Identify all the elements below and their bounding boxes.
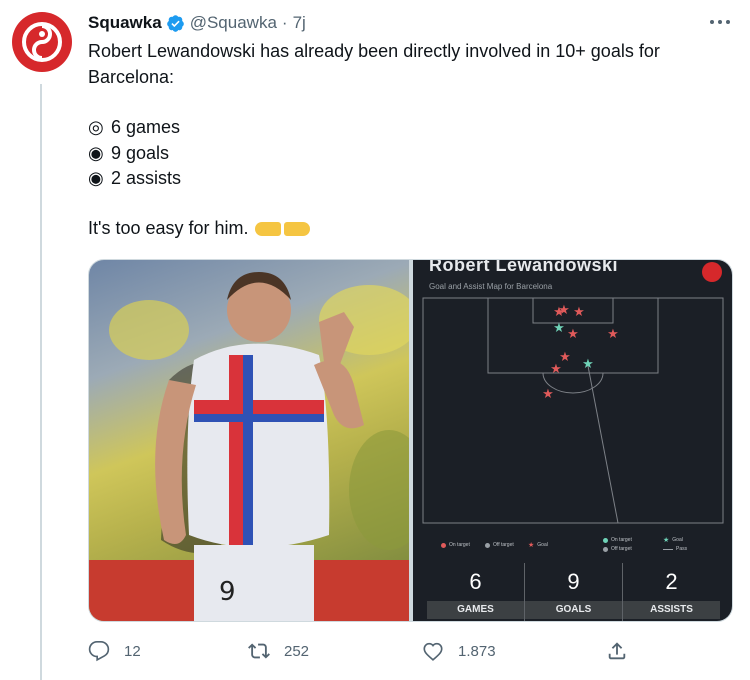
legend-on-target-2: On target (603, 537, 632, 543)
fist-bump-emoji-icon (283, 221, 310, 236)
tweet-text-line: Robert Lewandowski has already been dire… (88, 41, 660, 61)
map-legend: On target Off target ★ Goal On target Off… (413, 533, 732, 563)
share-button[interactable] (606, 638, 642, 664)
legend-label: Off target (493, 542, 514, 548)
tweet-time[interactable]: 7j (293, 13, 306, 33)
legend-label: On target (449, 542, 470, 548)
legend-off-target-2: Off target (603, 546, 632, 552)
reply-button[interactable]: 12 (88, 638, 141, 664)
assist-star: ★ (553, 321, 565, 336)
tweet-text: Robert Lewandowski has already been dire… (88, 39, 708, 90)
avatar[interactable] (12, 12, 72, 72)
more-icon[interactable] (710, 18, 730, 26)
author-name[interactable]: Squawka (88, 13, 162, 33)
card-title: Robert Lewandowski (429, 260, 619, 275)
bullet-symbol: ◉ (88, 142, 104, 163)
pitch-map: ★ ★ ★ ★ ★ ★ ★ ★ ★ ★ (422, 297, 724, 524)
tweet-text-line: Barcelona: (88, 66, 175, 87)
action-bar: 12 252 1.873 (88, 638, 648, 664)
stat-games: 6 GAMES (427, 563, 524, 621)
reply-count: 12 (124, 642, 141, 660)
closing-line: It's too easy for him. (88, 216, 310, 242)
legend-label: Goal (672, 537, 683, 543)
retweet-button[interactable]: 252 (248, 638, 309, 664)
stat-label: GAMES (427, 601, 524, 619)
stat-assists: 2 ASSISTS (622, 563, 720, 621)
assist-star: ★ (582, 357, 594, 372)
legend-pass: Pass (663, 546, 687, 552)
shot-star: ★ (542, 387, 554, 402)
legend-goal-2: ★ Goal (663, 536, 683, 544)
like-count: 1.873 (458, 642, 496, 660)
retweet-icon (248, 643, 270, 659)
legend-label: Off target (611, 546, 632, 552)
reply-icon (88, 641, 110, 662)
bullet-symbol: ◎ (88, 117, 104, 137)
squawka-logo-icon (702, 262, 722, 282)
stat-value: 2 (665, 569, 678, 594)
bullet-text: 9 goals (111, 142, 170, 163)
card-subtitle: Goal and Assist Map for Barcelona (429, 282, 553, 291)
stat-value: 6 (469, 569, 482, 594)
stat-label: GOALS (525, 601, 622, 619)
bullet-item: ◎ 6 games (88, 115, 181, 141)
svg-text:9: 9 (219, 577, 236, 607)
goal-map-card[interactable]: Robert Lewandowski Goal and Assist Map f… (413, 260, 732, 621)
closing-text: It's too easy for him. (88, 218, 249, 238)
stat-goals: 9 GOALS (524, 563, 622, 621)
squawka-logo-icon (22, 22, 62, 62)
thread-line (40, 84, 42, 680)
fist-bump-emoji-icon (254, 221, 281, 236)
bullet-text: 6 games (111, 117, 181, 137)
legend-label: Goal (537, 542, 548, 548)
retweet-count: 252 (284, 642, 310, 660)
legend-label: On target (611, 537, 632, 543)
player-photo[interactable]: 9 (89, 260, 409, 621)
legend-off-target: Off target (485, 542, 514, 548)
bullet-symbol: ◉ (88, 168, 104, 188)
shot-star: ★ (550, 362, 562, 377)
share-icon (608, 642, 626, 660)
shot-star: ★ (567, 327, 579, 342)
bullet-text: 2 assists (111, 168, 182, 188)
stats-row: 6 GAMES 9 GOALS 2 ASSISTS (427, 563, 720, 621)
stat-value: 9 (567, 569, 580, 594)
bullet-item: ◉ 9 goals (88, 141, 181, 167)
author-handle[interactable]: @Squawka (190, 13, 277, 33)
legend-on-target: On target (441, 542, 470, 548)
shot-star: ★ (607, 327, 619, 342)
stat-bullets: ◎ 6 games ◉ 9 goals ◉ 2 assists (88, 115, 181, 192)
like-button[interactable]: 1.873 (422, 638, 496, 664)
shot-star: ★ (558, 303, 570, 318)
like-icon (423, 642, 443, 661)
bullet-item: ◉ 2 assists (88, 166, 181, 192)
player-photo-illustration: 9 (89, 272, 409, 621)
stat-label: ASSISTS (623, 601, 720, 619)
pass-line (587, 365, 619, 524)
media-grid[interactable]: 9 Robert Lewandowski Goal and Assist Map… (88, 259, 733, 622)
tweet-header: Squawka @Squawka · 7j (88, 11, 306, 35)
legend-label: Pass (676, 546, 688, 552)
verified-badge-icon (166, 14, 185, 33)
shot-star: ★ (573, 305, 585, 320)
legend-goal: ★ Goal (528, 541, 548, 549)
separator: · (281, 13, 288, 32)
